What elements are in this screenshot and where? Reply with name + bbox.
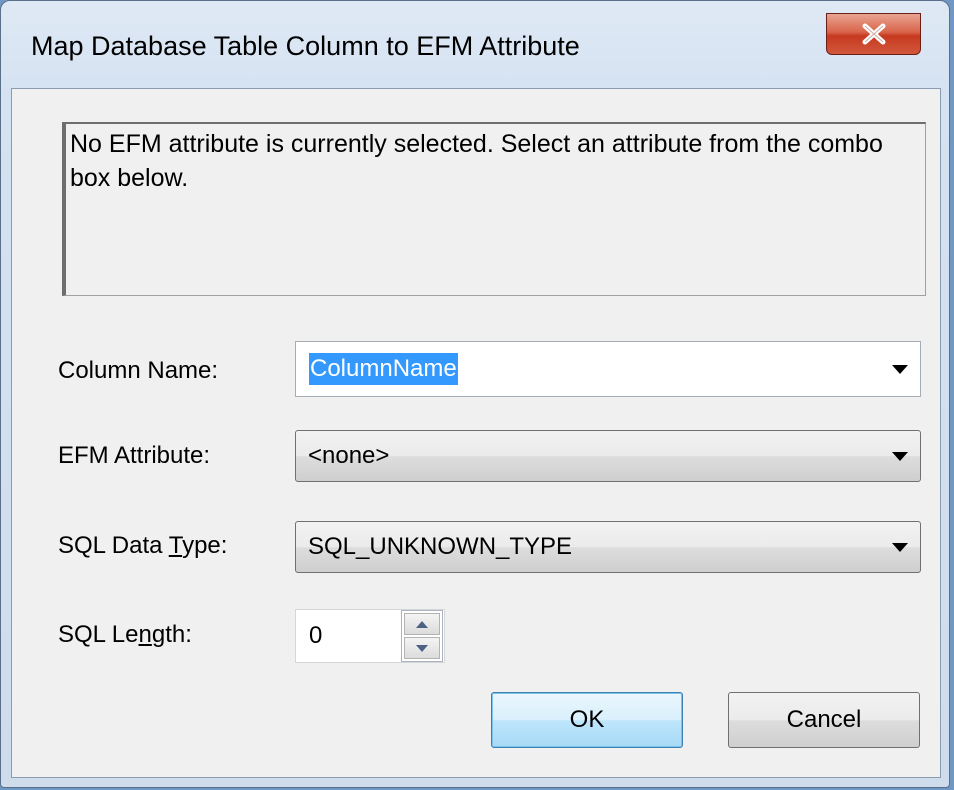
sql-length-value: 0 (309, 622, 323, 649)
dialog-window: Map Database Table Column to EFM Attribu… (0, 0, 950, 788)
ok-button[interactable]: OK (491, 692, 683, 748)
sql-data-type-value: SQL_UNKNOWN_TYPE (308, 533, 573, 560)
sql-data-type-combobox[interactable]: SQL_UNKNOWN_TYPE (295, 521, 921, 573)
info-text-box: No EFM attribute is currently selected. … (62, 122, 926, 296)
efm-attribute-label: EFM Attribute: (58, 442, 211, 469)
column-name-value[interactable]: ColumnName (309, 353, 458, 385)
chevron-down-icon (892, 452, 908, 461)
sql-length-label: SQL Length: (58, 621, 192, 648)
chevron-down-icon[interactable] (892, 365, 908, 374)
efm-attribute-value: <none> (308, 442, 390, 469)
arrow-up-icon (416, 620, 428, 628)
column-name-combobox[interactable]: ColumnName (295, 341, 921, 397)
dialog-client-area: No EFM attribute is currently selected. … (11, 88, 941, 778)
close-icon (862, 23, 885, 45)
cancel-button[interactable]: Cancel (728, 692, 920, 748)
spin-down-button[interactable] (404, 637, 440, 659)
arrow-down-icon (416, 644, 428, 652)
sql-data-type-label: SQL Data Type: (58, 532, 228, 559)
chevron-down-icon (892, 543, 908, 552)
column-name-label: Column Name: (58, 357, 219, 384)
spin-up-button[interactable] (404, 613, 440, 635)
window-title: Map Database Table Column to EFM Attribu… (31, 31, 580, 61)
efm-attribute-combobox[interactable]: <none> (295, 430, 921, 482)
close-button[interactable] (826, 13, 921, 55)
sql-length-spinner[interactable] (401, 610, 443, 662)
